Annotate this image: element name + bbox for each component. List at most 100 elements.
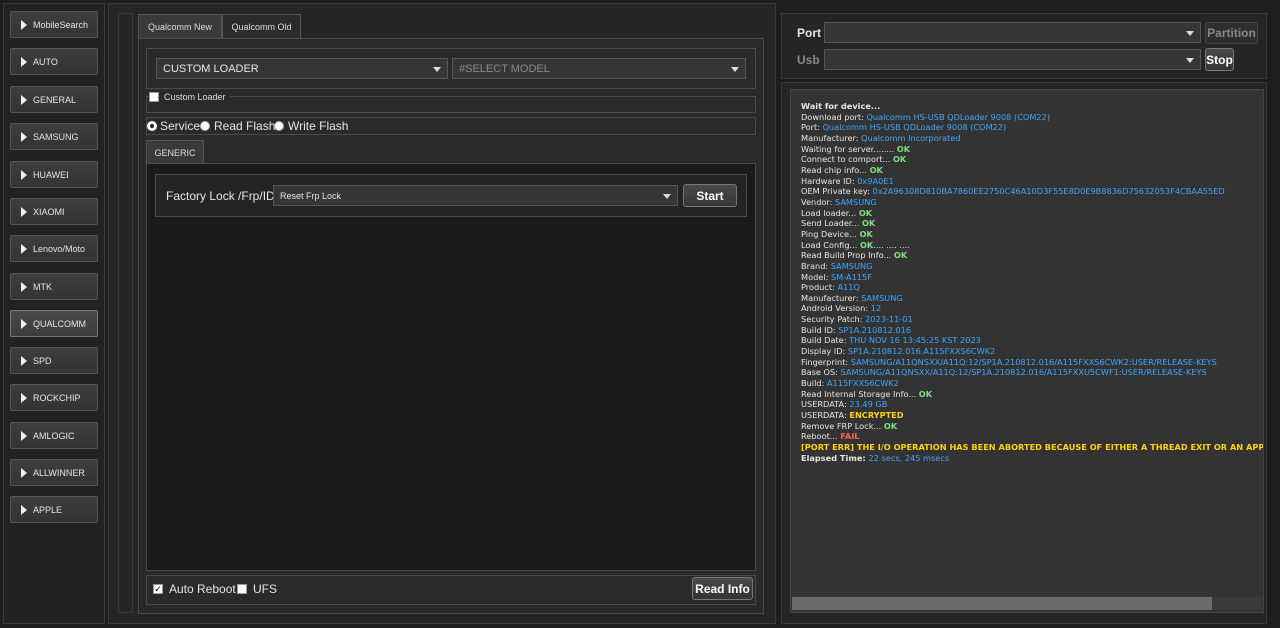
sidebar-item-samsung[interactable]: SAMSUNG xyxy=(10,123,98,150)
log-segment: A115FXXS6CWK2 xyxy=(826,378,899,389)
log-segment: SP1A.210812.016.A115FXXS6CWK2 xyxy=(847,346,996,357)
log-line: Connect to comport... OK xyxy=(801,154,1263,165)
log-segment: Base OS: xyxy=(801,367,841,378)
log-line: Reboot... FAIL xyxy=(801,431,1263,442)
log-line: Load loader... OK xyxy=(801,207,1263,219)
log-line: Send Loader... OK xyxy=(801,218,1263,229)
port-select[interactable] xyxy=(824,22,1201,43)
chevron-down-icon xyxy=(1186,30,1194,36)
loader-select-value: CUSTOM LOADER xyxy=(163,62,259,75)
service-label: Service xyxy=(160,119,201,133)
play-icon xyxy=(21,504,27,515)
log-line: Load Config... OK.... .... .... xyxy=(801,240,1263,251)
read-flash-radio[interactable] xyxy=(200,121,210,131)
log-segment: Waiting for server........ xyxy=(801,143,897,154)
log-line: Elapsed Time: 22 secs, 245 msecs xyxy=(801,453,1263,464)
frp-label: Factory Lock /Frp/ID xyxy=(166,189,275,203)
write-flash-radio[interactable] xyxy=(274,121,284,131)
log-segment: OK xyxy=(893,250,908,261)
log-segment: OEM Private key: xyxy=(801,186,873,197)
log-segment: Read Internal Storage Info... xyxy=(801,388,919,399)
usb-label: Usb xyxy=(797,53,820,67)
read-info-button[interactable]: Read Info xyxy=(692,577,753,600)
log-segment: OK xyxy=(861,218,876,229)
log-line: Vendor: SAMSUNG xyxy=(801,196,1263,208)
play-icon xyxy=(21,355,27,366)
chevron-down-icon xyxy=(663,193,671,199)
log-line: Manufacturer: SAMSUNG xyxy=(801,292,1263,304)
service-radio[interactable] xyxy=(147,121,157,131)
start-button[interactable]: Start xyxy=(683,184,737,207)
log-segment: SP1A.210812.016 xyxy=(838,324,912,335)
partition-button[interactable]: Partition xyxy=(1205,22,1258,44)
log-line: [PORT ERR] THE I/O OPERATION HAS BEEN AB… xyxy=(801,442,1263,453)
log-line: Android Version: 12 xyxy=(801,303,1263,314)
log-output[interactable]: Wait for device... Download port: Qualcom… xyxy=(790,89,1264,613)
log-line: OEM Private key: 0x2A96308D810BA7860EE27… xyxy=(801,186,1263,197)
chevron-down-icon xyxy=(731,66,739,72)
read-flash-label: Read Flash xyxy=(214,119,276,133)
sidebar-item-lenovo-moto[interactable]: Lenovo/Moto xyxy=(10,235,98,262)
sidebar-item-apple[interactable]: APPLE xyxy=(10,496,98,523)
log-line: Fingerprint: SAMSUNG/A11QNSXX/A11Q:12/SP… xyxy=(801,356,1263,368)
generic-content xyxy=(146,163,756,571)
tab-qualcomm-new[interactable]: Qualcomm New xyxy=(138,14,222,38)
sidebar-item-spd[interactable]: SPD xyxy=(10,347,98,374)
model-select[interactable]: #SELECT MODEL xyxy=(452,58,746,79)
horizontal-scrollbar[interactable] xyxy=(792,597,1262,610)
panel-divider xyxy=(118,13,133,613)
log-segment: Vendor: xyxy=(801,196,835,207)
sidebar-item-auto[interactable]: AUTO xyxy=(10,48,98,75)
ufs-checkbox[interactable] xyxy=(237,584,247,594)
sidebar-item-qualcomm[interactable]: QUALCOMM xyxy=(10,310,98,337)
log-segment: Load loader... xyxy=(801,207,859,218)
log-segment: Product: xyxy=(801,282,838,293)
play-icon xyxy=(21,243,27,254)
log-segment: Ping Device... xyxy=(801,228,860,239)
sidebar-item-mobilesearch[interactable]: MobileSearch xyxy=(10,11,98,38)
custom-loader-checkbox[interactable] xyxy=(149,92,159,102)
frp-select-value: Reset Frp Lock xyxy=(280,190,342,201)
log-segment: SAMSUNG/A11QNSXX/A11Q:12/SP1A.210812.016… xyxy=(850,356,1217,367)
tab-label: Qualcomm New xyxy=(147,21,212,32)
tab-generic[interactable]: GENERIC xyxy=(146,140,204,164)
sidebar-item-rockchip[interactable]: ROCKCHIP xyxy=(10,384,98,411)
sidebar: MobileSearch AUTO GENERAL SAMSUNG HUAWEI XIAO… xyxy=(3,3,105,624)
tab-qualcomm-old[interactable]: Qualcomm Old xyxy=(222,14,301,38)
log-segment: OK xyxy=(858,207,873,218)
log-segment: SAMSUNG/A11QNSXX/A11Q:12/SP1A.210812.016… xyxy=(840,367,1207,378)
log-segment: 2023-11-01 xyxy=(865,314,913,325)
log-segment: USERDATA: xyxy=(801,399,850,410)
log-segment: Hardware ID: xyxy=(801,175,858,186)
log-segment: SAMSUNG xyxy=(861,292,903,303)
log-segment: Security Patch: xyxy=(801,314,866,325)
play-icon xyxy=(21,56,27,67)
play-icon xyxy=(21,94,27,105)
log-segment: Build ID: xyxy=(801,324,839,335)
log-segment: Qualcomm HS-USB QDLoader 9008 (COM22) xyxy=(822,122,1007,133)
log-segment: Build: xyxy=(801,378,827,389)
log-segment: FAIL xyxy=(840,431,860,442)
log-line: Read chip info... OK xyxy=(801,165,1263,176)
log-lines: Wait for device... Download port: Qualcom… xyxy=(801,101,1263,464)
sidebar-item-general[interactable]: GENERAL xyxy=(10,86,98,113)
scrollbar-thumb[interactable] xyxy=(792,597,1212,610)
log-line: Display ID: SP1A.210812.016.A115FXXS6CWK… xyxy=(801,346,1263,357)
log-segment: Fingerprint: xyxy=(801,356,851,367)
frp-select[interactable]: Reset Frp Lock xyxy=(273,185,678,206)
sidebar-item-allwinner[interactable]: ALLWINNER xyxy=(10,459,98,486)
log-segment: ENCRYPTED xyxy=(849,410,904,421)
log-line: Model: SM-A115F xyxy=(801,272,1263,283)
sidebar-item-huawei[interactable]: HUAWEI xyxy=(10,161,98,188)
write-flash-label: Write Flash xyxy=(288,119,349,133)
play-icon xyxy=(21,430,27,441)
stop-button[interactable]: Stop xyxy=(1205,48,1234,71)
auto-reboot-checkbox[interactable]: ✓ xyxy=(153,584,163,594)
play-icon xyxy=(21,467,27,478)
log-segment: Connect to comport... xyxy=(801,154,893,165)
sidebar-item-amlogic[interactable]: AMLOGIC xyxy=(10,422,98,449)
sidebar-item-xiaomi[interactable]: XIAOMI xyxy=(10,198,98,225)
sidebar-item-mtk[interactable]: MTK xyxy=(10,273,98,300)
usb-select[interactable] xyxy=(824,49,1201,70)
loader-select[interactable]: CUSTOM LOADER xyxy=(156,58,448,79)
